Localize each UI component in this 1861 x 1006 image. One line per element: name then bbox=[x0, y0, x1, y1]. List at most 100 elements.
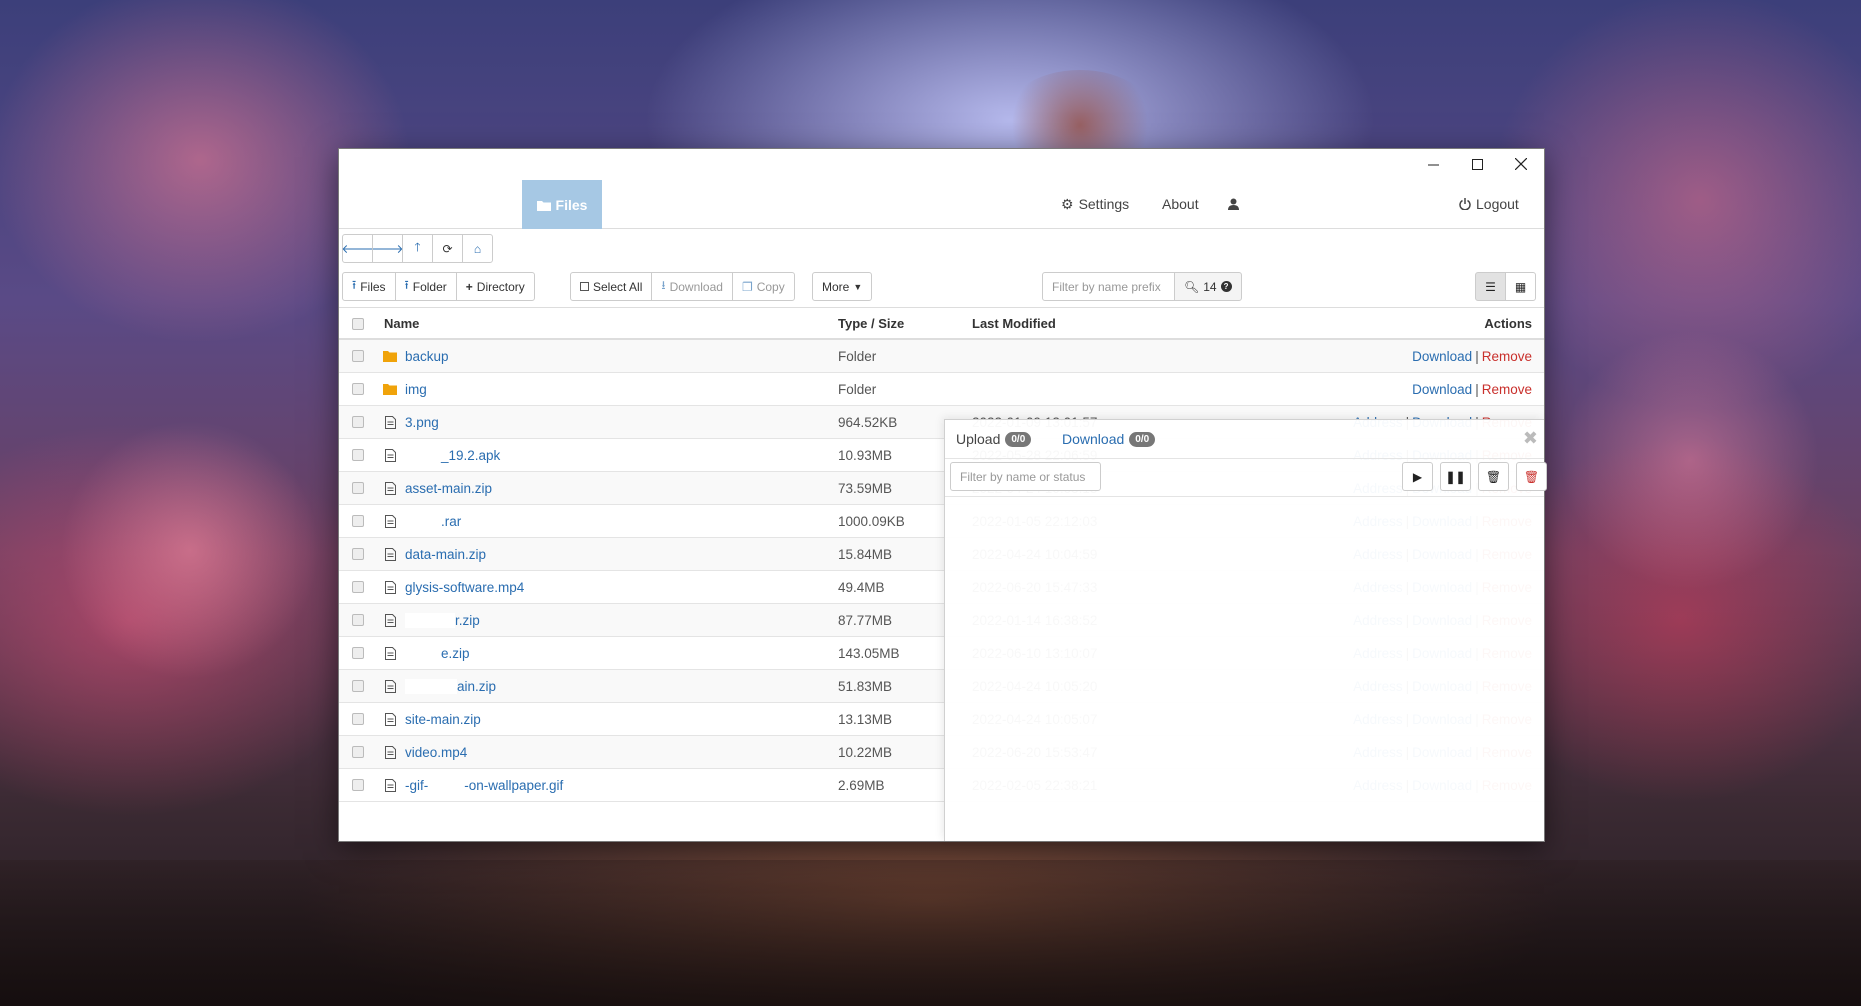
row-checkbox[interactable] bbox=[352, 746, 364, 758]
header-name[interactable]: Name bbox=[384, 308, 419, 338]
refresh-button[interactable]: ⟳ bbox=[432, 234, 463, 263]
file-name-link[interactable]: -gif- bbox=[405, 778, 428, 793]
select-all-button[interactable]: Select All bbox=[570, 272, 653, 301]
file-name-link[interactable]: img bbox=[405, 382, 427, 397]
row-checkbox[interactable] bbox=[352, 680, 364, 692]
actions-cell: Download | Remove bbox=[1412, 348, 1532, 364]
copy-label: Copy bbox=[756, 279, 785, 294]
type-size-cell: Folder bbox=[838, 348, 877, 364]
row-checkbox[interactable] bbox=[352, 713, 364, 725]
minimize-button[interactable] bbox=[1410, 149, 1456, 179]
row-checkbox[interactable] bbox=[352, 581, 364, 593]
nav-user[interactable] bbox=[1228, 179, 1239, 229]
type-size-cell: 143.05MB bbox=[838, 645, 900, 661]
file-name-link[interactable]: asset-main.zip bbox=[405, 481, 492, 496]
upload-files-button[interactable]: ⭱ Files bbox=[342, 272, 396, 301]
copy-button[interactable]: ❐ Copy bbox=[731, 272, 795, 301]
download-link[interactable]: Download bbox=[1412, 382, 1472, 397]
file-name-link[interactable]: e.zip bbox=[441, 646, 470, 661]
type-size-cell: 1000.09KB bbox=[838, 513, 905, 529]
file-name-link[interactable]: .rar bbox=[441, 514, 461, 529]
file-name-link[interactable]: _19.2.apk bbox=[441, 448, 500, 463]
close-window-button[interactable] bbox=[1498, 149, 1544, 179]
row-checkbox[interactable] bbox=[352, 416, 364, 428]
file-name-link[interactable]: site-main.zip bbox=[405, 712, 481, 727]
row-checkbox[interactable] bbox=[352, 647, 364, 659]
file-icon bbox=[382, 505, 398, 537]
file-name-cell: r.zip bbox=[405, 604, 480, 636]
filter-count-button[interactable]: 🔍︎ 14 ? bbox=[1174, 272, 1242, 301]
row-checkbox[interactable] bbox=[352, 515, 364, 527]
row-checkbox[interactable] bbox=[352, 383, 364, 395]
pause-button[interactable]: ❚❚ bbox=[1440, 462, 1471, 491]
remove-link[interactable]: Remove bbox=[1482, 382, 1532, 397]
file-name-link[interactable]: ain.zip bbox=[457, 679, 496, 694]
refresh-icon: ⟳ bbox=[442, 241, 453, 256]
upload-tab-label: Upload bbox=[956, 431, 1001, 447]
download-tab[interactable]: Download 0/0 bbox=[1062, 420, 1156, 458]
upload-count-badge: 0/0 bbox=[1005, 431, 1032, 447]
upload-files-label: Files bbox=[360, 279, 386, 294]
filter-input[interactable] bbox=[1042, 272, 1175, 301]
grid-icon: ▦ bbox=[1514, 279, 1527, 294]
back-button[interactable]: 🡐 bbox=[341, 234, 374, 263]
nav-settings[interactable]: ⚙ Settings bbox=[1061, 179, 1129, 229]
list-view-button[interactable]: ☰ bbox=[1475, 272, 1506, 301]
type-size-cell: Folder bbox=[838, 381, 877, 397]
clear-all-button[interactable]: 🗑︎ bbox=[1516, 462, 1547, 491]
header-type-size[interactable]: Type / Size bbox=[838, 308, 904, 338]
table-row[interactable]: backup Folder Download | Remove bbox=[339, 340, 1544, 373]
home-button[interactable]: ⌂ bbox=[462, 234, 493, 263]
file-name-link[interactable]: backup bbox=[405, 349, 449, 364]
navbar: Files ⚙ Settings About Logout bbox=[339, 179, 1544, 229]
file-name-cell: glysis-software.mp4 bbox=[405, 571, 524, 603]
nav-about[interactable]: About bbox=[1162, 179, 1199, 229]
row-checkbox[interactable] bbox=[352, 779, 364, 791]
nav-files-label: Files bbox=[555, 196, 588, 213]
maximize-button[interactable] bbox=[1454, 149, 1500, 179]
maximize-icon bbox=[1471, 158, 1483, 170]
file-name-link[interactable]: r.zip bbox=[455, 613, 480, 628]
nav-files[interactable]: Files bbox=[522, 180, 602, 229]
select-all-checkbox[interactable] bbox=[352, 318, 364, 330]
caret-down-icon: ▼ bbox=[853, 281, 863, 292]
row-checkbox[interactable] bbox=[352, 482, 364, 494]
remove-link[interactable]: Remove bbox=[1482, 349, 1532, 364]
new-directory-button[interactable]: + Directory bbox=[455, 272, 535, 301]
download-selected-button[interactable]: ⭳ Download bbox=[651, 272, 733, 301]
row-checkbox[interactable] bbox=[352, 449, 364, 461]
forward-button[interactable]: 🡒 bbox=[371, 234, 404, 263]
row-checkbox[interactable] bbox=[352, 350, 364, 362]
redacted-block bbox=[428, 777, 465, 793]
help-icon: ? bbox=[1220, 281, 1232, 292]
file-name-link[interactable]: 3.png bbox=[405, 415, 439, 430]
upload-tab[interactable]: Upload 0/0 bbox=[956, 420, 1032, 458]
row-checkbox[interactable] bbox=[352, 614, 364, 626]
nav-logout[interactable]: Logout bbox=[1459, 179, 1519, 229]
file-name-link-part[interactable]: -on-wallpaper.gif bbox=[464, 778, 563, 793]
upload-folder-button[interactable]: ⭱ Folder bbox=[394, 272, 457, 301]
video-file-icon bbox=[382, 736, 398, 768]
file-name-link[interactable]: video.mp4 bbox=[405, 745, 467, 760]
power-icon bbox=[1459, 198, 1471, 210]
close-icon bbox=[1515, 158, 1527, 170]
file-name-link[interactable]: data-main.zip bbox=[405, 547, 486, 562]
redacted-block bbox=[405, 447, 441, 463]
close-panel-button[interactable]: ✖ bbox=[1523, 428, 1538, 449]
more-dropdown[interactable]: More ▼ bbox=[812, 272, 873, 301]
start-button[interactable]: ▶ bbox=[1402, 462, 1433, 491]
table-row[interactable]: img Folder Download | Remove bbox=[339, 373, 1544, 406]
transfer-filter-input[interactable] bbox=[950, 462, 1101, 491]
list-icon: ☰ bbox=[1485, 279, 1496, 294]
file-name-link[interactable]: glysis-software.mp4 bbox=[405, 580, 524, 595]
up-button[interactable]: 🡑 bbox=[402, 234, 433, 263]
type-size-cell: 51.83MB bbox=[838, 678, 893, 694]
clear-button[interactable]: 🗑︎ bbox=[1478, 462, 1509, 491]
row-checkbox[interactable] bbox=[352, 548, 364, 560]
download-link[interactable]: Download bbox=[1412, 349, 1472, 364]
download-tab-label: Download bbox=[1062, 431, 1125, 447]
redacted-block bbox=[405, 645, 441, 661]
actions-cell: Download | Remove bbox=[1412, 381, 1532, 397]
grid-view-button[interactable]: ▦ bbox=[1505, 272, 1536, 301]
header-last-modified[interactable]: Last Modified bbox=[972, 308, 1056, 338]
